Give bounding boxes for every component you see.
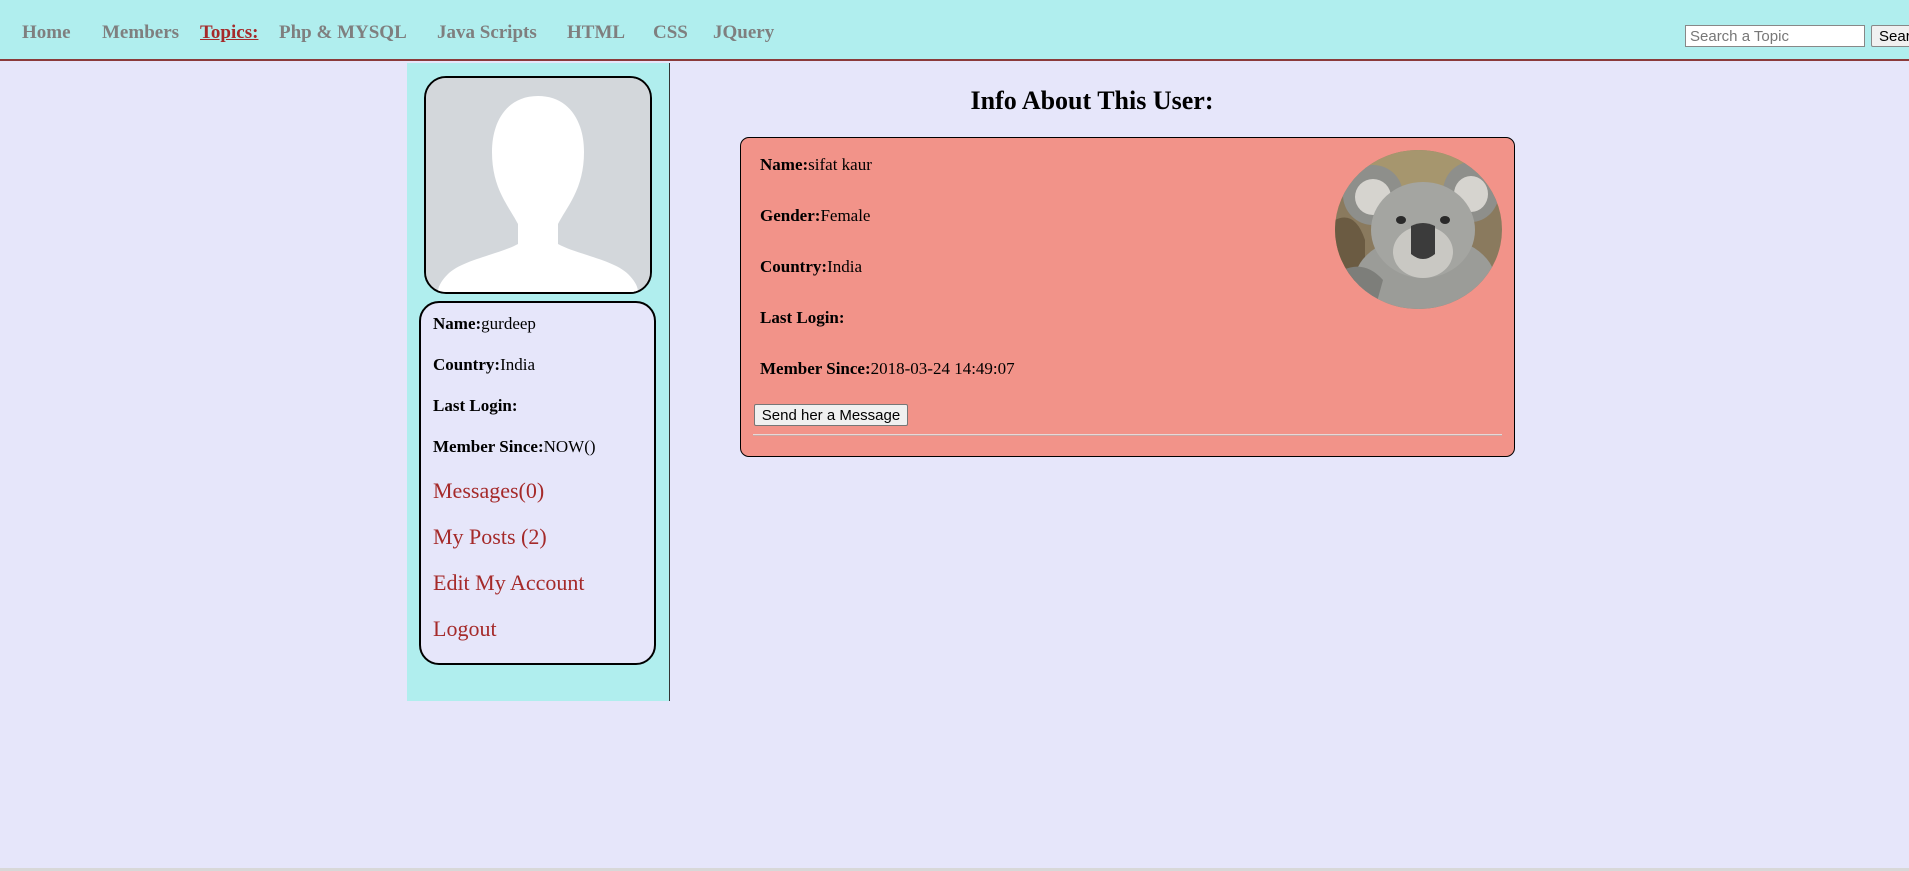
search-button[interactable]: Search [1871,25,1909,47]
nav-link-home[interactable]: Home [22,22,71,44]
profile-last-login-label: Last Login: [760,308,845,327]
nav-link-members[interactable]: Members [102,22,179,44]
profile-member-since-field: Member Since:2018-03-24 14:49:07 [760,359,1015,379]
sidebar-name-value: gurdeep [481,314,536,333]
sidebar-last-login-field: Last Login: [433,396,518,416]
nav-link-css[interactable]: CSS [653,22,688,44]
page-title: Info About This User: [970,86,1214,115]
profile-country-field: Country:India [760,257,862,277]
sidebar-link-edit-account[interactable]: Edit My Account [433,570,585,596]
koala-photo-icon [1335,150,1502,309]
sidebar-member-since-label: Member Since: [433,437,544,456]
send-message-button[interactable]: Send her a Message [754,404,908,426]
search-input[interactable] [1685,25,1865,47]
profile-country-label: Country: [760,257,828,276]
avatar [424,76,652,294]
sidebar-name-label: Name: [433,314,482,333]
profile-gender-field: Gender:Female [760,206,870,226]
sidebar-country-label: Country: [433,355,501,374]
nav-link-jquery[interactable]: JQuery [713,22,774,44]
sidebar-link-messages[interactable]: Messages(0) [433,478,544,504]
sidebar-country-value: India [500,355,535,374]
profile-last-login-field: Last Login: [760,308,845,328]
profile-country-value: India [827,257,862,276]
card-divider [753,434,1502,436]
sidebar-last-login-label: Last Login: [433,396,518,415]
sidebar-name-field: Name:gurdeep [433,314,536,334]
profile-member-since-label: Member Since: [760,359,871,378]
nav-link-html[interactable]: HTML [567,22,625,44]
profile-gender-value: Female [820,206,871,225]
default-avatar-silhouette-icon [426,78,650,292]
profile-name-label: Name: [760,155,809,174]
sidebar-link-my-posts[interactable]: My Posts (2) [433,524,547,550]
sidebar-member-since-value: NOW() [543,437,596,456]
nav-link-php-mysql[interactable]: Php & MYSQL [279,22,407,44]
sidebar-link-logout[interactable]: Logout [433,616,497,642]
nav-link-topics[interactable]: Topics: [200,22,258,44]
top-nav-bar: Home Members Topics: Php & MYSQL Java Sc… [0,0,1909,61]
profile-member-since-value: 2018-03-24 14:49:07 [870,359,1015,378]
user-photo [1335,150,1502,309]
profile-name-value: sifat kaur [808,155,872,174]
profile-name-field: Name:sifat kaur [760,155,872,175]
profile-gender-label: Gender: [760,206,821,225]
nav-link-javascripts[interactable]: Java Scripts [437,22,537,44]
sidebar-country-field: Country:India [433,355,535,375]
sidebar-member-since-field: Member Since:NOW() [433,437,596,457]
